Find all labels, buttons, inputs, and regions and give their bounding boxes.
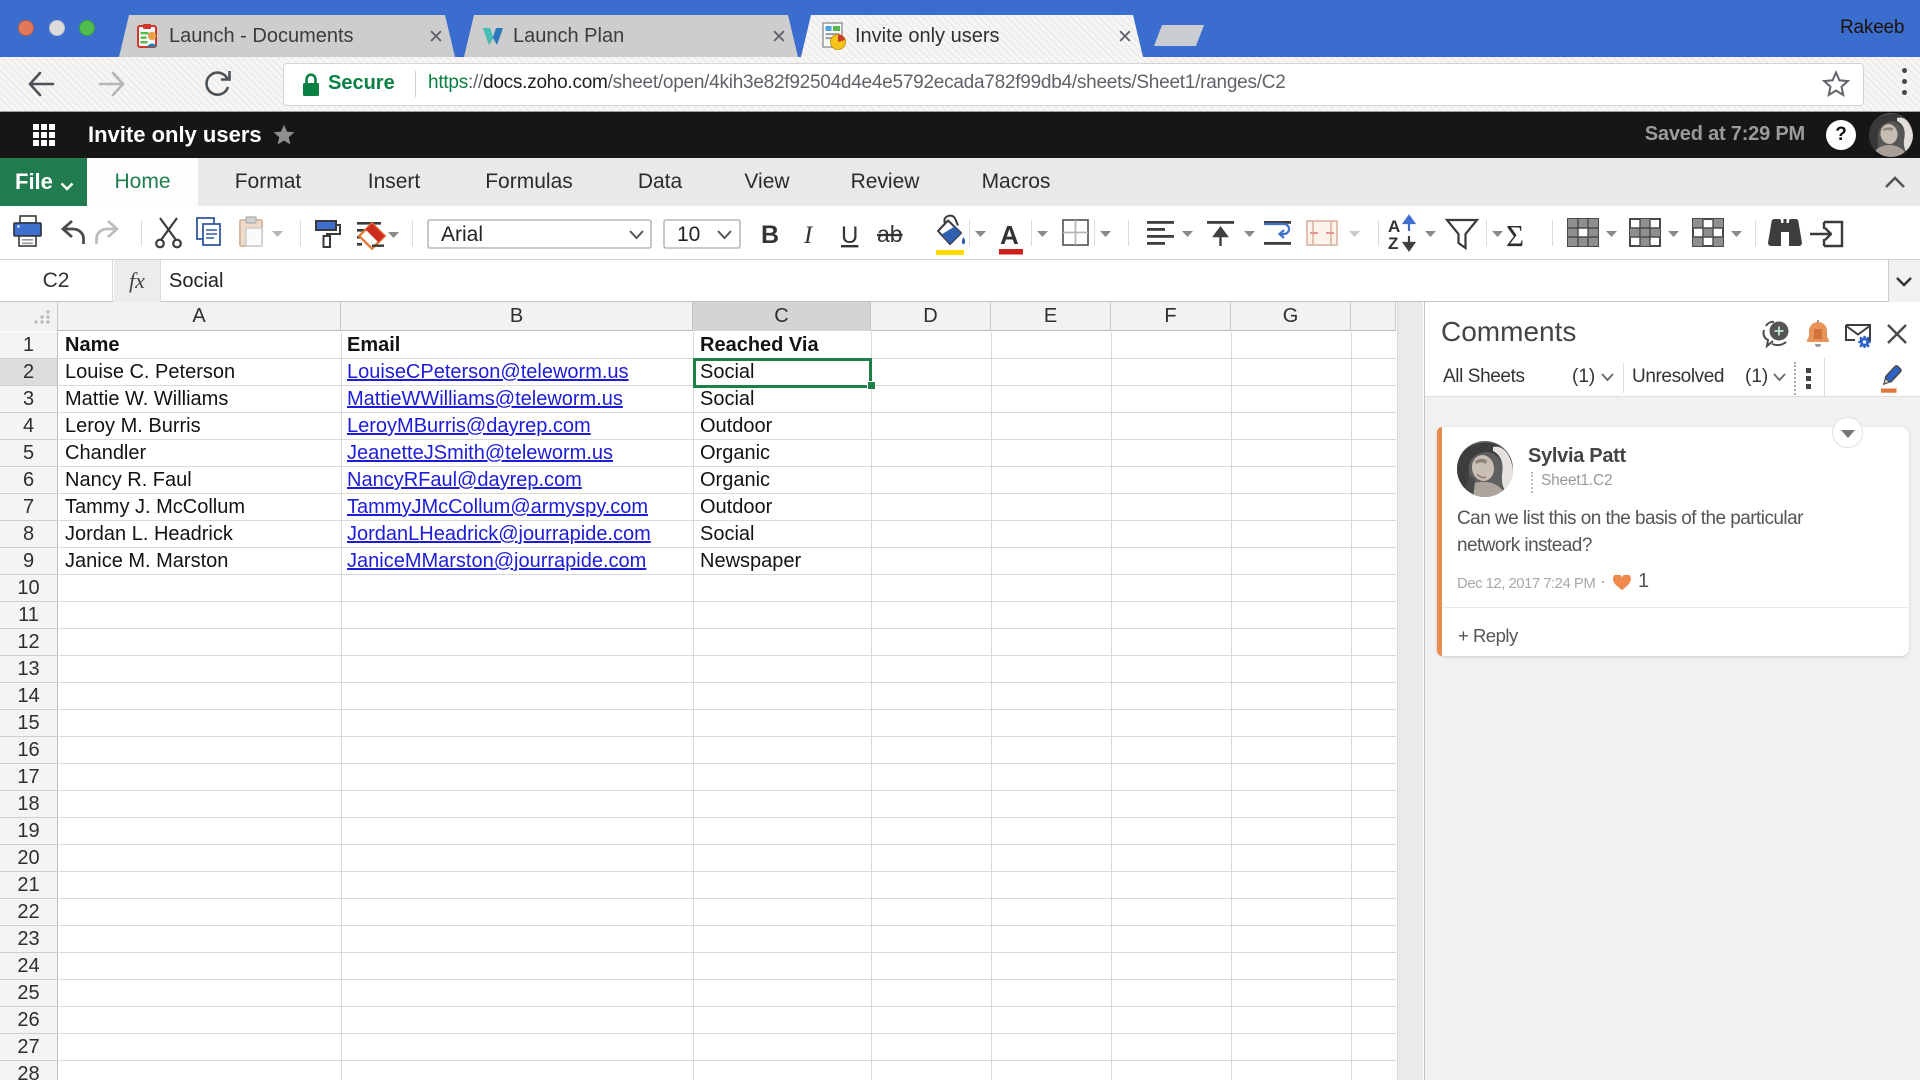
svg-text:A: A <box>1000 220 1019 250</box>
svg-text:Σ: Σ <box>1506 218 1524 253</box>
svg-text:I: I <box>803 222 814 249</box>
svg-text:Z: Z <box>1388 234 1398 253</box>
svg-text:10: 10 <box>677 223 700 246</box>
svg-text:Arial: Arial <box>441 223 483 246</box>
svg-text:U: U <box>841 222 858 249</box>
svg-text:ab: ab <box>877 221 903 247</box>
svg-text:B: B <box>761 221 779 249</box>
